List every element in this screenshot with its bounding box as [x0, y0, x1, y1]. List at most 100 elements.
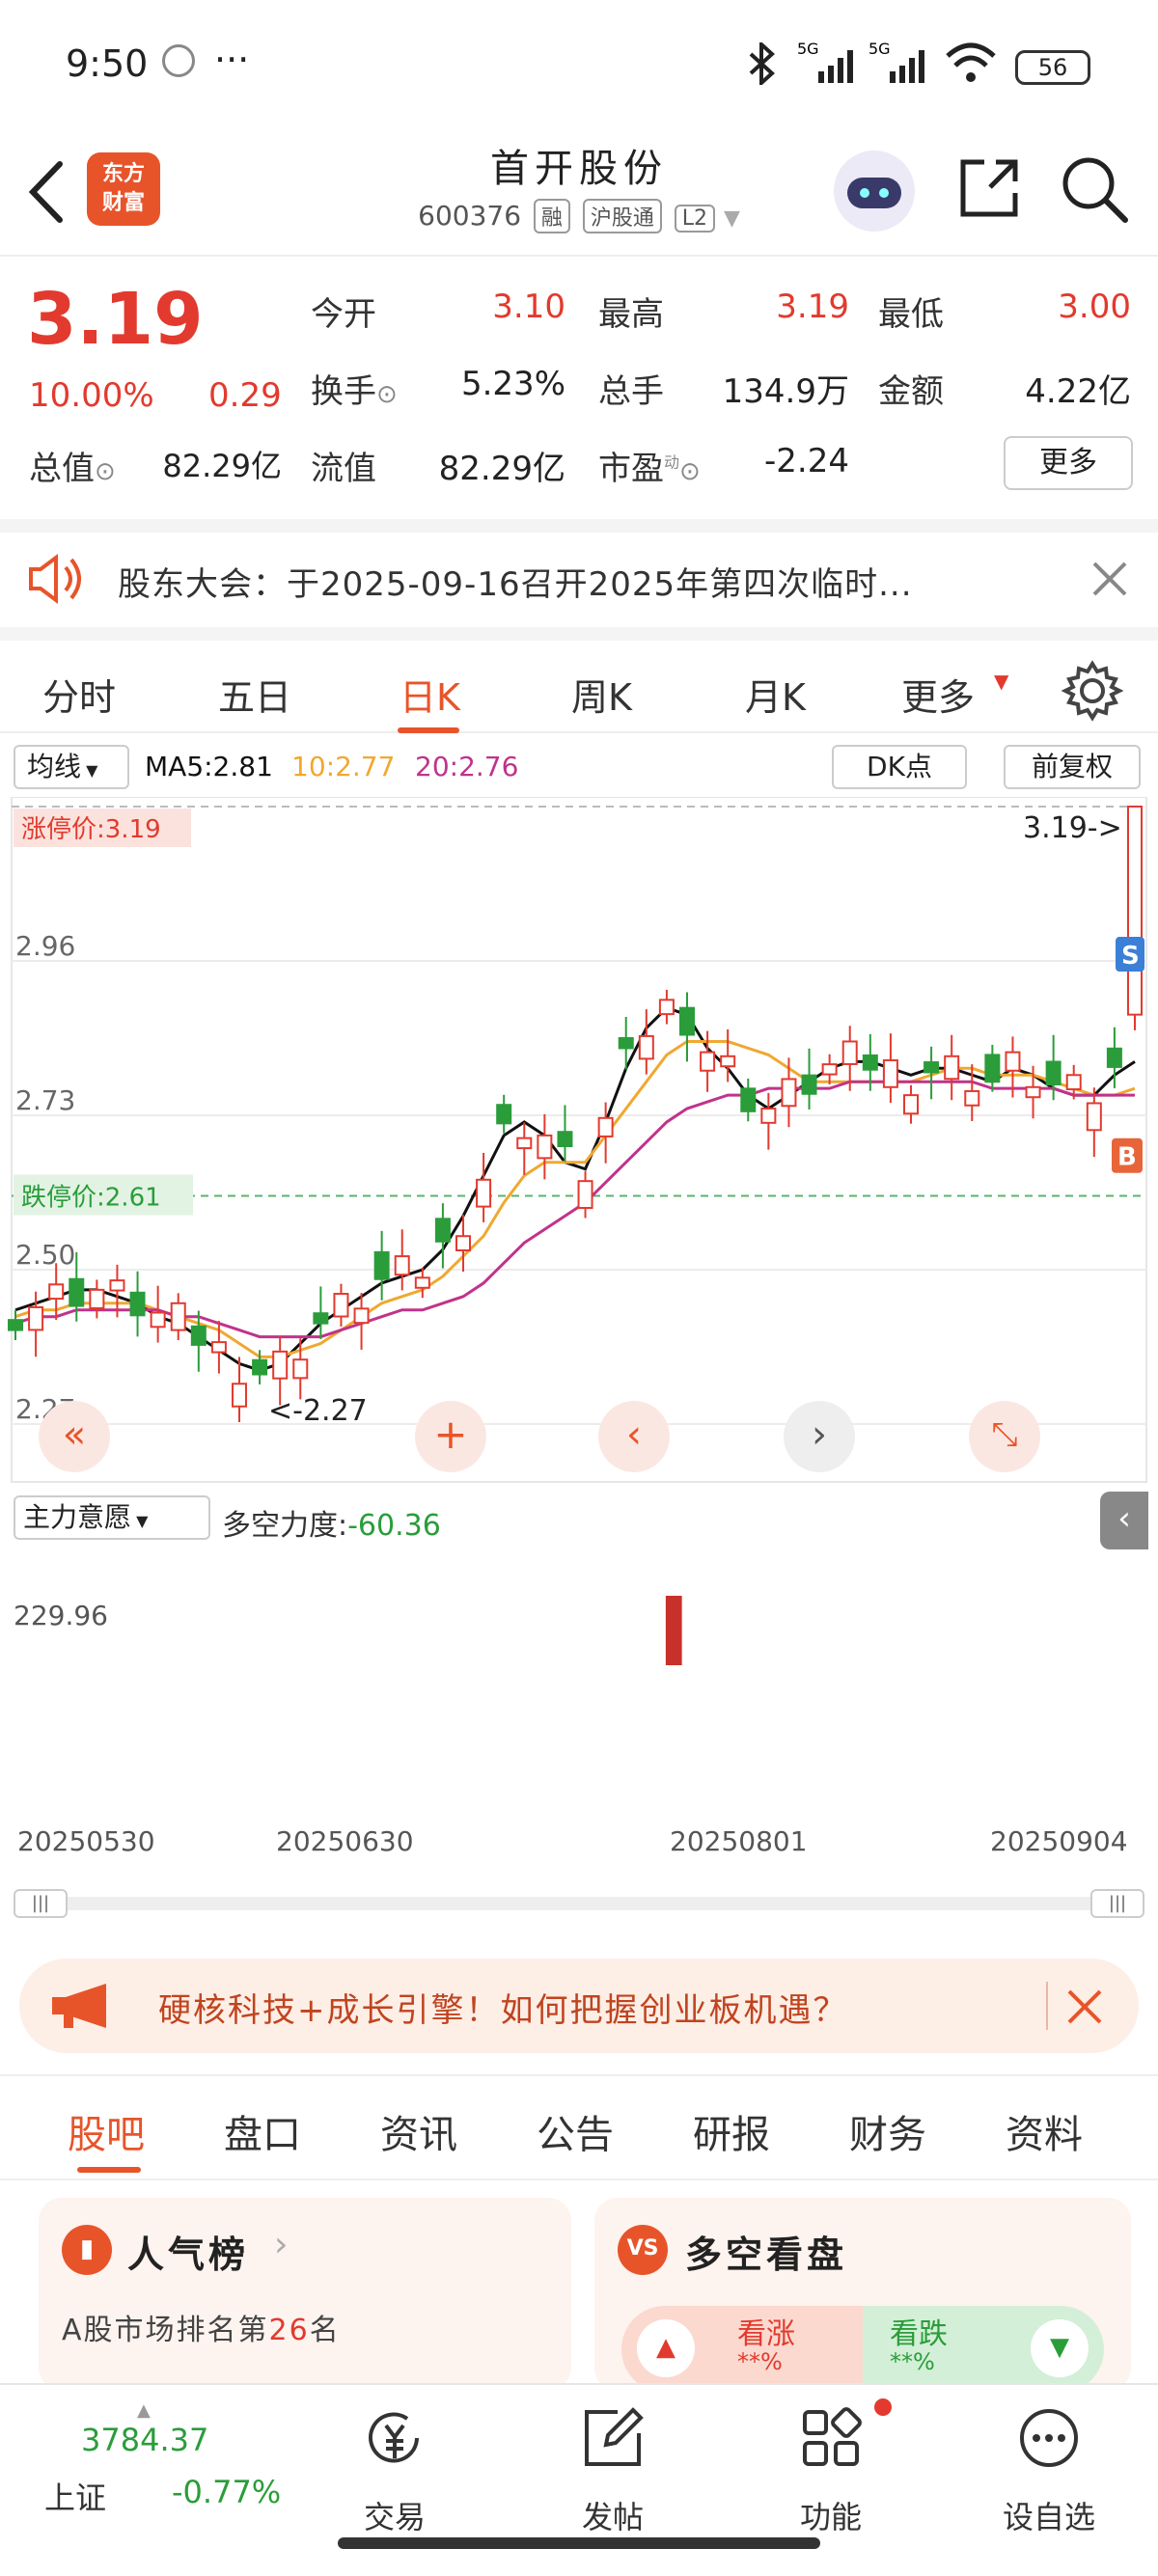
tab-news[interactable]: 资讯 [380, 2103, 457, 2159]
ma-selector[interactable]: 均线 ▼ [14, 745, 129, 789]
info-icon: ⊙ [95, 457, 116, 486]
banner-divider [1046, 1982, 1048, 2030]
y-tick-label: 2.73 [15, 1084, 75, 1116]
scroll-handle-right[interactable]: ||| [1090, 1889, 1144, 1918]
candle-body [577, 1180, 593, 1210]
tag-connect: 沪股通 [582, 199, 662, 233]
bull-bear-card[interactable]: VS 多空看盘 ▲ 看涨 **% 看跌 **% ▼ [594, 2198, 1131, 2393]
tab-more[interactable]: 更多 [901, 668, 975, 721]
price-plot-frame [11, 797, 1147, 1483]
promo-banner[interactable]: 硬核科技+成长引擎！如何把握创业板机遇？ [19, 1959, 1139, 2053]
search-icon[interactable] [1058, 152, 1131, 226]
candle-body [373, 1250, 390, 1280]
candle-body [292, 1358, 309, 1380]
speaker-icon [29, 554, 81, 604]
change-percent: 10.00% [29, 376, 154, 415]
candle-body [252, 1358, 268, 1376]
status-time: 9:50 [66, 42, 149, 85]
candle-body [537, 1134, 553, 1160]
tab-announcements[interactable]: 公告 [537, 2103, 614, 2159]
indicator-bar [665, 1596, 682, 1665]
candle-body [129, 1291, 146, 1317]
candle-body [89, 1288, 105, 1310]
zoom-in-button[interactable]: + [415, 1401, 486, 1472]
scroll-handle-left[interactable]: ||| [14, 1889, 68, 1918]
candle-body [28, 1305, 44, 1331]
nav-post[interactable]: 发帖 [540, 2404, 685, 2537]
turnover-value: 5.23% [460, 365, 565, 403]
buy-signal-label: B [1117, 1143, 1137, 1172]
nav-functions[interactable]: 功能 [758, 2404, 903, 2537]
home-indicator [338, 2537, 820, 2549]
promo-text: 硬核科技+成长引擎！如何把握创业板机遇？ [158, 1991, 848, 2030]
tab-market[interactable]: 盘口 [224, 2103, 301, 2159]
announcement-bar[interactable]: 股东大会：于2025-09-16召开2025年第四次临时... [0, 519, 1158, 625]
more-quote-button[interactable]: 更多 [1004, 436, 1133, 490]
tab-monthly-k[interactable]: 月K [745, 668, 806, 721]
index-change: -0.77% [172, 2474, 282, 2510]
candle-body [516, 1137, 533, 1150]
tab-five-day[interactable]: 五日 [218, 668, 291, 721]
close-icon[interactable] [1065, 1987, 1104, 2026]
candle-body [597, 1116, 614, 1137]
info-tabs: 股吧 盘口 资讯 公告 研报 财务 资料 [0, 2074, 1158, 2180]
tab-guba[interactable]: 股吧 [68, 2103, 145, 2159]
candle-body [740, 1087, 757, 1112]
share-icon[interactable] [955, 154, 1023, 222]
robot-assistant-icon[interactable] [830, 147, 919, 235]
more-circle-icon [1020, 2409, 1078, 2467]
candle-body [862, 1054, 878, 1071]
dropdown-triangle-icon: ▼ [723, 206, 740, 231]
tab-intraday[interactable]: 分时 [42, 668, 116, 721]
candle-body [1106, 1047, 1122, 1068]
settings-gear-icon[interactable] [1062, 660, 1123, 722]
amount-label: 金额 [878, 372, 944, 411]
limit-up-label: 涨停价:3.19 [21, 815, 161, 844]
tab-weekly-k[interactable]: 周K [571, 668, 632, 721]
candle-body [1025, 1085, 1041, 1099]
low-price-marker: <-2.27 [268, 1394, 368, 1428]
nav-add-watchlist[interactable]: 设自选 [977, 2404, 1121, 2537]
close-icon[interactable] [1090, 560, 1129, 598]
megaphone-icon [52, 1984, 106, 2028]
tab-finance[interactable]: 财务 [849, 2103, 926, 2159]
indicator-selector[interactable]: 主力意愿 ▼ [14, 1495, 210, 1540]
scroll-left-button[interactable]: ‹ [598, 1401, 670, 1472]
rank-prefix: A股市场排名第 [62, 2314, 269, 2347]
candle-body [8, 1319, 23, 1331]
vote-up-button[interactable]: ▲ 看涨 **% [621, 2306, 863, 2393]
low-value: 3.00 [1058, 288, 1131, 326]
pe-label[interactable]: 市盈动⊙ [598, 442, 701, 489]
tab-research[interactable]: 研报 [693, 2103, 770, 2159]
total-mv-value: 82.29亿 [162, 448, 282, 484]
popularity-card[interactable]: ▮ 人气榜 › A股市场排名第26名 [39, 2198, 571, 2391]
collapse-panel-handle[interactable]: ‹ [1100, 1492, 1148, 1549]
index-name: 上证 [44, 2480, 107, 2516]
candle-body [170, 1302, 186, 1331]
dk-point-button[interactable]: DK点 [832, 745, 967, 789]
turnover-label[interactable]: 换手⊙ [311, 365, 398, 412]
candle-body [924, 1061, 940, 1074]
tab-daily-k[interactable]: 日K [400, 668, 460, 721]
scroll-start-button[interactable]: « [39, 1401, 110, 1472]
candle-body [1005, 1051, 1021, 1072]
chart-scrollbar[interactable] [14, 1897, 1144, 1910]
tab-profile[interactable]: 资料 [1006, 2103, 1083, 2159]
candle-body [190, 1325, 207, 1346]
candle-body [48, 1283, 65, 1301]
ma5-label: MA5:2.81 [145, 751, 273, 782]
nav-trade[interactable]: 交易 [322, 2404, 467, 2537]
candle-body [313, 1312, 329, 1325]
vote-down-button[interactable]: 看跌 **% ▼ [863, 2306, 1104, 2393]
candle-body [882, 1058, 898, 1088]
adjust-price-button[interactable]: 前复权 [1004, 745, 1141, 789]
notification-dot [874, 2398, 892, 2416]
bull-bear-title: 多空看盘 [685, 2233, 848, 2276]
fullscreen-button[interactable]: ⤡ [969, 1401, 1040, 1472]
total-mv-label[interactable]: 总值⊙ [29, 442, 116, 489]
candle-body [414, 1276, 430, 1289]
candle-body [760, 1108, 777, 1124]
scroll-right-button[interactable]: › [784, 1401, 855, 1472]
vote-up-label: 看涨 [737, 2317, 795, 2351]
candle-body [394, 1255, 410, 1276]
